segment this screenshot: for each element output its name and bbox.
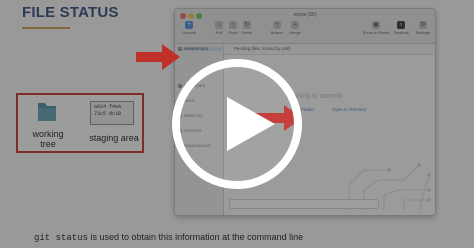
arrow-icon	[136, 44, 180, 70]
play-button[interactable]	[172, 59, 302, 189]
play-icon	[227, 97, 275, 151]
